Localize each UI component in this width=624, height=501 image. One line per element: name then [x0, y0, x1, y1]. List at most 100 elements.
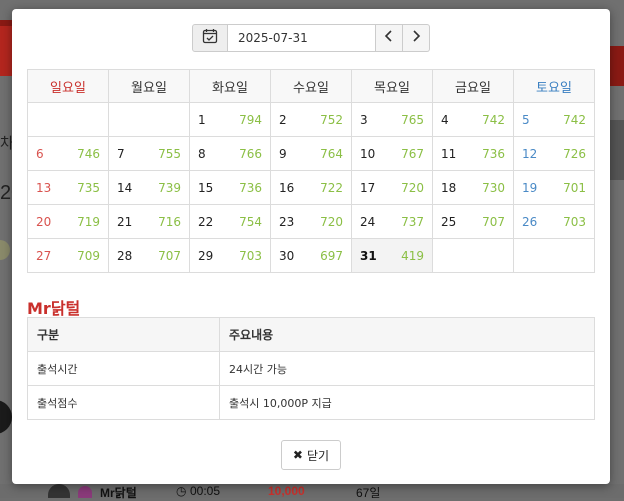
attendance-count: 720 [320, 215, 343, 229]
calendar-day-cell: 6 746 [27, 136, 109, 171]
calendar-week-row: 27 709 28 707 29 703 30 697 31 419 [27, 238, 595, 273]
calendar-day-cell: 24 737 [351, 204, 433, 239]
calendar-day-cell: 3 765 [351, 102, 433, 137]
calendar-week-row: 20 719 21 716 22 754 23 720 24 737 25 707 26 703 [27, 204, 595, 239]
header-thursday: 목요일 [351, 69, 433, 103]
day-number: 13 [36, 181, 52, 195]
day-number: 4 [441, 113, 449, 127]
calendar-day-cell: 7 755 [108, 136, 190, 171]
day-number: 7 [117, 147, 125, 161]
date-input[interactable]: 2025-07-31 [228, 24, 376, 52]
day-number: 18 [441, 181, 457, 195]
header-monday: 월요일 [108, 69, 190, 103]
day-number: 8 [198, 147, 206, 161]
calendar-day-cell: 29 703 [189, 238, 271, 273]
calendar-button[interactable] [192, 24, 228, 52]
calendar-week-row: 6 746 7 755 8 766 9 764 10 767 11 736 12 726 [27, 136, 595, 171]
day-number: 19 [522, 181, 538, 195]
attendance-count: 735 [77, 181, 100, 195]
calendar-empty-cell [513, 238, 595, 273]
attendance-count: 737 [401, 215, 424, 229]
user-points: 10,000 [268, 484, 305, 498]
header-saturday: 토요일 [513, 69, 595, 103]
day-number: 15 [198, 181, 214, 195]
info-header-content: 주요내용 [219, 317, 595, 352]
day-number: 23 [279, 215, 295, 229]
header-tuesday: 화요일 [189, 69, 271, 103]
attendance-count: 766 [239, 147, 262, 161]
day-number: 16 [279, 181, 295, 195]
attendance-count: 755 [158, 147, 181, 161]
header-wednesday: 수요일 [270, 69, 352, 103]
calendar-body: 1 794 2 752 3 765 4 742 5 742 6 746 7 755 8 766 9 764 10 76… [27, 102, 595, 273]
calendar-day-cell: 1 794 [189, 102, 271, 137]
day-number: 10 [360, 147, 376, 161]
attendance-count: 697 [320, 249, 343, 263]
attendance-count: 752 [320, 113, 343, 127]
info-header-row: 구분 주요내용 [27, 317, 595, 352]
background-banner-right [610, 46, 624, 86]
calendar-day-cell: 28 707 [108, 238, 190, 273]
close-button[interactable]: ✖ 닫기 [281, 440, 341, 470]
calendar-day-cell: 27 709 [27, 238, 109, 273]
info-cell-value: 출석시 10,000P 지급 [219, 385, 595, 420]
close-button-label: 닫기 [306, 448, 330, 463]
prev-date-button[interactable] [376, 24, 403, 52]
calendar-day-cell: 4 742 [432, 102, 514, 137]
attendance-calendar: 일요일 월요일 화요일 수요일 목요일 금요일 토요일 1 794 2 752 3 765… [27, 69, 595, 273]
attendance-count: 730 [482, 181, 505, 195]
day-number: 3 [360, 113, 368, 127]
attendance-count: 716 [158, 215, 181, 229]
calendar-day-cell: 5 742 [513, 102, 595, 137]
date-picker: 2025-07-31 [192, 24, 430, 52]
day-number: 9 [279, 147, 287, 161]
calendar-day-cell: 2 752 [270, 102, 352, 137]
user-level-icon [78, 486, 92, 498]
day-number: 26 [522, 215, 538, 229]
day-number: 12 [522, 147, 538, 161]
calendar-day-cell: 18 730 [432, 170, 514, 205]
attendance-count: 794 [239, 113, 262, 127]
day-number: 27 [36, 249, 52, 263]
next-date-button[interactable] [403, 24, 430, 52]
attendance-count: 419 [401, 249, 424, 263]
attendance-count: 707 [482, 215, 505, 229]
info-row: 출석시간 24시간 가능 [27, 351, 595, 386]
chevron-left-icon [384, 29, 394, 47]
info-cell-label: 출석점수 [27, 385, 220, 420]
info-row: 출석점수 출석시 10,000P 지급 [27, 385, 595, 420]
calendar-day-cell: 23 720 [270, 204, 352, 239]
clock-icon: ◷ [176, 484, 187, 498]
attendance-count: 746 [77, 147, 100, 161]
attendance-count: 764 [320, 147, 343, 161]
header-sunday: 일요일 [27, 69, 109, 103]
day-number: 14 [117, 181, 133, 195]
close-icon: ✖ [292, 448, 303, 462]
calendar-day-cell: 16 722 [270, 170, 352, 205]
day-number: 29 [198, 249, 214, 263]
calendar-day-cell: 25 707 [432, 204, 514, 239]
day-number: 11 [441, 147, 457, 161]
day-number: 28 [117, 249, 133, 263]
day-number: 25 [441, 215, 457, 229]
info-table: 구분 주요내용 출석시간 24시간 가능 출석점수 출석시 10,000P 지급 [27, 317, 595, 420]
day-number: 30 [279, 249, 295, 263]
calendar-day-cell: 26 703 [513, 204, 595, 239]
background-image-right [610, 120, 624, 180]
calendar-week-row: 13 735 14 739 15 736 16 722 17 720 18 730 19 701 [27, 170, 595, 205]
info-cell-label: 출석시간 [27, 351, 220, 386]
calendar-day-cell: 14 739 [108, 170, 190, 205]
calendar-empty-cell [432, 238, 514, 273]
day-number: 31 [360, 249, 377, 263]
info-cell-value: 24시간 가능 [219, 351, 595, 386]
calendar-day-cell: 31 419 [351, 238, 433, 273]
user-time: 00:05 [190, 484, 221, 498]
attendance-count: 709 [77, 249, 100, 263]
attendance-count: 720 [401, 181, 424, 195]
attendance-count: 754 [239, 215, 262, 229]
attendance-count: 703 [239, 249, 262, 263]
calendar-day-cell: 20 719 [27, 204, 109, 239]
calendar-day-cell: 9 764 [270, 136, 352, 171]
user-avatar [48, 484, 70, 498]
day-number: 17 [360, 181, 376, 195]
